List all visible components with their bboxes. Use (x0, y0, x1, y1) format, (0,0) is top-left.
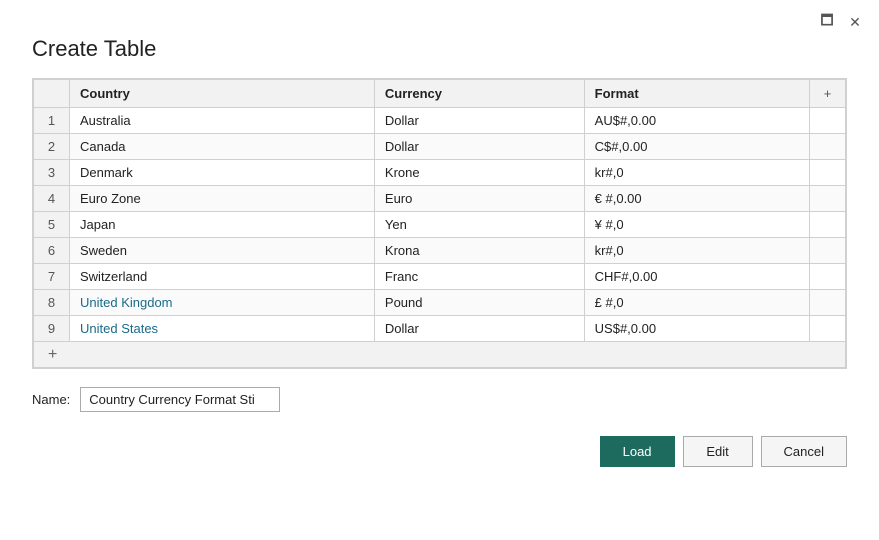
cell-row-num: 6 (34, 238, 70, 264)
cell-currency: Euro (374, 186, 584, 212)
cell-format: kr#,0 (584, 160, 809, 186)
create-table-dialog: 🗖 ✕ Create Table Country Currency Format… (0, 0, 879, 540)
cell-plus (810, 238, 846, 264)
cell-country[interactable]: Canada (70, 134, 375, 160)
col-header-num (34, 80, 70, 108)
cell-country[interactable]: Switzerland (70, 264, 375, 290)
cell-format: € #,0.00 (584, 186, 809, 212)
cell-currency: Dollar (374, 316, 584, 342)
cell-country[interactable]: Euro Zone (70, 186, 375, 212)
cell-currency: Franc (374, 264, 584, 290)
cell-currency: Krone (374, 160, 584, 186)
cell-row-num: 3 (34, 160, 70, 186)
cell-currency: Pound (374, 290, 584, 316)
cell-country[interactable]: United Kingdom (70, 290, 375, 316)
name-row: Name: (0, 387, 879, 412)
cell-currency: Yen (374, 212, 584, 238)
cell-format: kr#,0 (584, 238, 809, 264)
cell-row-num: 7 (34, 264, 70, 290)
cell-plus (810, 134, 846, 160)
cell-plus (810, 264, 846, 290)
cell-format: CHF#,0.00 (584, 264, 809, 290)
cell-country[interactable]: Australia (70, 108, 375, 134)
cell-country[interactable]: Denmark (70, 160, 375, 186)
cell-row-num: 1 (34, 108, 70, 134)
add-row-plus[interactable]: + (34, 342, 846, 368)
cell-plus (810, 290, 846, 316)
cell-plus (810, 316, 846, 342)
table-row[interactable]: 7SwitzerlandFrancCHF#,0.00 (34, 264, 846, 290)
cell-country[interactable]: United States (70, 316, 375, 342)
cell-format: £ #,0 (584, 290, 809, 316)
cell-row-num: 5 (34, 212, 70, 238)
table-row[interactable]: 9United StatesDollarUS$#,0.00 (34, 316, 846, 342)
cell-row-num: 8 (34, 290, 70, 316)
table-header-row: Country Currency Format + (34, 80, 846, 108)
col-header-currency: Currency (374, 80, 584, 108)
table-row[interactable]: 5JapanYen¥ #,0 (34, 212, 846, 238)
cell-format: US$#,0.00 (584, 316, 809, 342)
cell-plus (810, 160, 846, 186)
cell-format: C$#,0.00 (584, 134, 809, 160)
table-wrapper: Country Currency Format + 1AustraliaDoll… (32, 78, 847, 369)
table-row[interactable]: 4Euro ZoneEuro€ #,0.00 (34, 186, 846, 212)
cell-format: AU$#,0.00 (584, 108, 809, 134)
col-header-add[interactable]: + (810, 80, 846, 108)
cell-plus (810, 108, 846, 134)
table-row[interactable]: 1AustraliaDollarAU$#,0.00 (34, 108, 846, 134)
minimize-button[interactable]: 🗖 (813, 11, 841, 33)
cell-currency: Dollar (374, 134, 584, 160)
cell-row-num: 4 (34, 186, 70, 212)
data-table: Country Currency Format + 1AustraliaDoll… (33, 79, 846, 368)
col-header-format: Format (584, 80, 809, 108)
edit-button[interactable]: Edit (683, 436, 753, 467)
cell-plus (810, 186, 846, 212)
button-row: Load Edit Cancel (0, 436, 879, 467)
cell-row-num: 9 (34, 316, 70, 342)
cell-country[interactable]: Sweden (70, 238, 375, 264)
table-row[interactable]: 2CanadaDollarC$#,0.00 (34, 134, 846, 160)
add-row[interactable]: + (34, 342, 846, 368)
dialog-title: Create Table (0, 36, 879, 78)
cell-plus (810, 212, 846, 238)
table-row[interactable]: 3DenmarkKronekr#,0 (34, 160, 846, 186)
table-row[interactable]: 8United KingdomPound£ #,0 (34, 290, 846, 316)
cell-row-num: 2 (34, 134, 70, 160)
name-input[interactable] (80, 387, 280, 412)
cancel-button[interactable]: Cancel (761, 436, 847, 467)
content-area: Country Currency Format + 1AustraliaDoll… (0, 78, 879, 369)
load-button[interactable]: Load (600, 436, 675, 467)
close-button[interactable]: ✕ (841, 11, 869, 33)
cell-currency: Krona (374, 238, 584, 264)
table-row[interactable]: 6SwedenKronakr#,0 (34, 238, 846, 264)
cell-country[interactable]: Japan (70, 212, 375, 238)
col-header-country: Country (70, 80, 375, 108)
cell-format: ¥ #,0 (584, 212, 809, 238)
title-bar: 🗖 ✕ (0, 0, 879, 36)
name-label: Name: (32, 392, 70, 407)
cell-currency: Dollar (374, 108, 584, 134)
